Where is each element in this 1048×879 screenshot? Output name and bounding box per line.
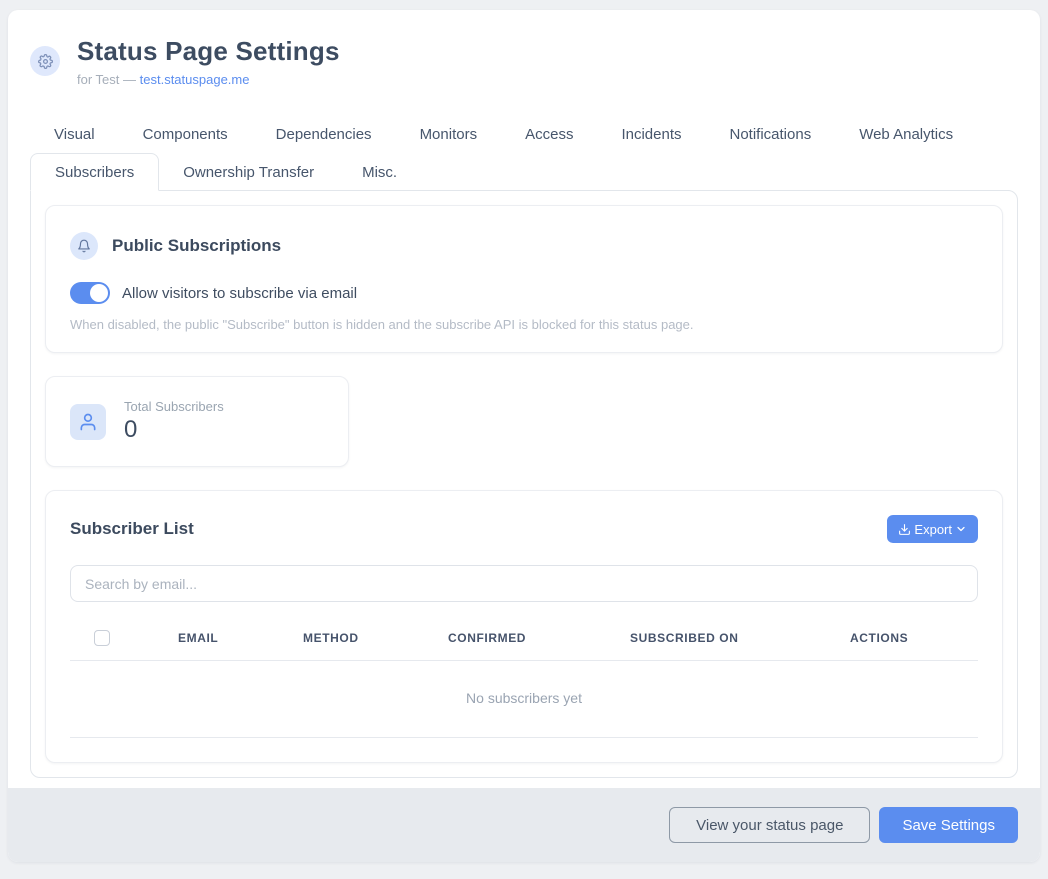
- title-block: Status Page Settings for Test — test.sta…: [77, 36, 340, 87]
- tab-monitors[interactable]: Monitors: [396, 115, 502, 153]
- select-all-checkbox[interactable]: [94, 630, 110, 646]
- search-input[interactable]: [70, 565, 978, 602]
- public-subscriptions-title: Public Subscriptions: [112, 236, 281, 256]
- empty-state-text: No subscribers yet: [70, 661, 978, 738]
- page: Status Page Settings for Test — test.sta…: [0, 0, 1048, 879]
- gear-icon: [30, 46, 60, 76]
- tabs: Visual Components Dependencies Monitors …: [30, 115, 1018, 778]
- page-title: Status Page Settings: [77, 36, 340, 67]
- tab-visual[interactable]: Visual: [30, 115, 119, 153]
- allow-subscribe-toggle[interactable]: [70, 282, 110, 304]
- subtitle-text: for Test —: [77, 72, 140, 87]
- save-settings-button[interactable]: Save Settings: [879, 807, 1018, 843]
- stat-block: Total Subscribers 0: [124, 399, 224, 444]
- table-header-row: EMAIL METHOD CONFIRMED SUBSCRIBED ON ACT…: [70, 620, 978, 661]
- chevron-down-icon: [955, 523, 967, 535]
- tab-incidents[interactable]: Incidents: [597, 115, 705, 153]
- subscriber-list-card: Subscriber List Export EMAIL: [45, 490, 1003, 763]
- tab-web-analytics[interactable]: Web Analytics: [835, 115, 977, 153]
- tabs-row-1: Visual Components Dependencies Monitors …: [30, 115, 1018, 153]
- view-status-page-button[interactable]: View your status page: [669, 807, 870, 843]
- subscribers-table: EMAIL METHOD CONFIRMED SUBSCRIBED ON ACT…: [70, 620, 978, 738]
- person-icon: [70, 404, 106, 440]
- page-subtitle: for Test — test.statuspage.me: [77, 72, 340, 87]
- total-subscribers-card: Total Subscribers 0: [45, 376, 349, 467]
- subscriber-list-header: Subscriber List Export: [70, 515, 978, 543]
- total-subscribers-label: Total Subscribers: [124, 399, 224, 414]
- subscribers-tab-panel: Public Subscriptions Allow visitors to s…: [30, 190, 1018, 778]
- empty-state-row: No subscribers yet: [70, 661, 978, 738]
- settings-footer: View your status page Save Settings: [8, 788, 1040, 862]
- total-subscribers-value: 0: [124, 416, 224, 444]
- status-page-link[interactable]: test.statuspage.me: [140, 72, 250, 87]
- toggle-helper-text: When disabled, the public "Subscribe" bu…: [70, 317, 978, 332]
- column-method: METHOD: [295, 620, 440, 661]
- tab-subscribers[interactable]: Subscribers: [30, 153, 159, 191]
- public-subscriptions-header: Public Subscriptions: [70, 232, 978, 260]
- status-page-settings-card: Status Page Settings for Test — test.sta…: [8, 10, 1040, 862]
- tab-access[interactable]: Access: [501, 115, 597, 153]
- tab-notifications[interactable]: Notifications: [706, 115, 836, 153]
- tab-components[interactable]: Components: [119, 115, 252, 153]
- tabs-row-2: Subscribers Ownership Transfer Misc.: [30, 153, 1018, 191]
- download-icon: [898, 523, 911, 536]
- subscriber-list-title: Subscriber List: [70, 519, 194, 539]
- column-confirmed: CONFIRMED: [440, 620, 622, 661]
- column-email: EMAIL: [170, 620, 295, 661]
- column-subscribed-on: SUBSCRIBED ON: [622, 620, 842, 661]
- page-header: Status Page Settings for Test — test.sta…: [8, 10, 1040, 105]
- subscribe-toggle-row: Allow visitors to subscribe via email: [70, 282, 978, 304]
- toggle-knob: [90, 284, 108, 302]
- toggle-label: Allow visitors to subscribe via email: [122, 285, 357, 302]
- column-actions: ACTIONS: [842, 620, 978, 661]
- tab-ownership-transfer[interactable]: Ownership Transfer: [159, 153, 338, 191]
- export-button-label: Export: [914, 522, 952, 537]
- export-button[interactable]: Export: [887, 515, 978, 543]
- bell-icon: [70, 232, 98, 260]
- tab-dependencies[interactable]: Dependencies: [252, 115, 396, 153]
- tab-misc[interactable]: Misc.: [338, 153, 421, 191]
- public-subscriptions-card: Public Subscriptions Allow visitors to s…: [45, 205, 1003, 353]
